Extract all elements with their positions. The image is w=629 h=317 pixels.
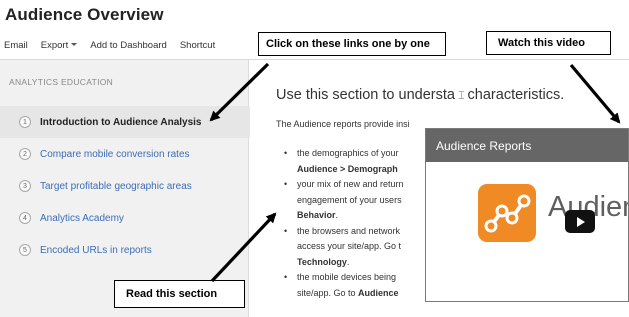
sidebar-item-label: Compare mobile conversion rates [40,148,190,160]
sidebar-item-label: Encoded URLs in reports [40,244,152,256]
bullet-tail: . [346,256,350,267]
sidebar-item-analytics-academy[interactable]: 4 Analytics Academy [0,202,249,234]
export-label: Export [40,39,69,51]
sidebar-item-introduction[interactable]: 1 Introduction to Audience Analysis [0,106,260,138]
section-heading: Use this section to understa ⌶ characteris… [276,87,564,103]
video-player[interactable]: Audience Reports Audien [425,128,629,302]
sidebar-item-mobile-conversion[interactable]: 2 Compare mobile conversion rates [0,138,249,170]
sidebar-heading: ANALYTICS EDUCATION [9,77,114,87]
export-button[interactable]: Export [40,39,78,51]
video-title: Audience Reports [436,139,532,153]
shortcut-button[interactable]: Shortcut [180,40,215,51]
step-number-badge: 4 [19,212,31,224]
cursor-icon: ⌶ [457,90,465,102]
bullet-tail: . [335,210,339,220]
analytics-chart-icon [484,194,531,233]
demographics-link[interactable]: Audience > Demograph [297,164,398,174]
behavior-link[interactable]: Behavior [297,210,336,220]
step-number-badge: 3 [19,180,31,192]
intro-text: The Audience reports provide insi [276,119,410,129]
page-title: Audience Overview [5,5,164,24]
bullet-line: site/app. Go to [297,287,359,298]
add-to-dashboard-button[interactable]: Add to Dashboard [90,40,167,51]
email-button[interactable]: Email [4,40,28,51]
report-toolbar: Email Export Add to Dashboard Shortcut [0,36,228,54]
sidebar-item-label: Introduction to Audience Analysis [40,116,202,128]
audience-link[interactable]: Audience [358,288,399,298]
sidebar-item-encoded-urls[interactable]: 5 Encoded URLs in reports [0,234,249,266]
step-number-badge: 2 [19,148,31,160]
lesson-list: 1 Introduction to Audience Analysis 2 Co… [0,106,260,266]
technology-link[interactable]: Technology [297,257,347,267]
play-icon[interactable] [565,210,595,233]
callout-read-section: Read this section [114,280,245,308]
sidebar-item-geographic-areas[interactable]: 3 Target profitable geographic areas [0,170,249,202]
step-number-badge: 1 [19,116,31,128]
analytics-logo-icon [478,184,536,242]
video-titlebar: Audience Reports [426,129,628,162]
education-sidebar: ANALYTICS EDUCATION 1 Introduction to Au… [0,60,260,317]
section-heading-text: Use this section to understa [276,87,455,103]
sidebar-item-label: Target profitable geographic areas [40,180,192,192]
callout-watch-video: Watch this video [486,31,611,55]
callout-click-links: Click on these links one by one [258,32,446,56]
step-number-badge: 5 [19,244,31,256]
sidebar-item-label: Analytics Academy [40,212,124,224]
section-heading-tail: characteristics. [467,87,565,103]
chevron-down-icon [71,43,78,47]
